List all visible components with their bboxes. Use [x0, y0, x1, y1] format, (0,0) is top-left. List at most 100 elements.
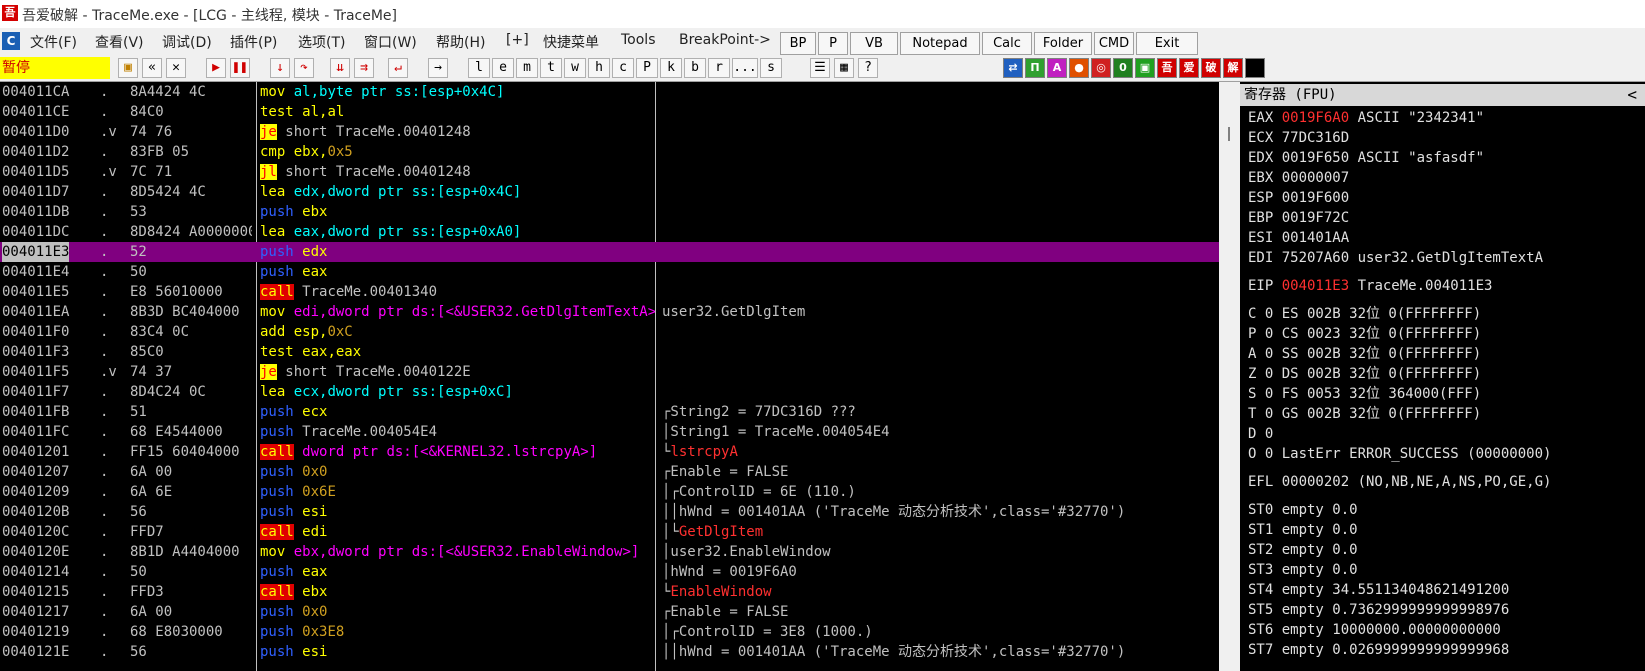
plugin-010-icon[interactable]: 0 [1113, 58, 1133, 78]
plugin-a-icon[interactable]: A [1047, 58, 1067, 78]
register-line[interactable]: O 0 LastErr ERROR_SUCCESS (00000000) [1248, 444, 1551, 464]
step-into-icon[interactable]: ↓ [270, 58, 290, 78]
disasm-row[interactable]: 00401217. 6A 00 push 0x0 ┌Enable = FALSE [0, 602, 1219, 622]
register-line[interactable]: ST1 empty 0.0 [1248, 520, 1358, 540]
collapse-icon[interactable]: < [1627, 84, 1637, 106]
plugin-black-icon[interactable] [1245, 58, 1265, 78]
window-button-e[interactable]: e [492, 58, 514, 78]
disasm-row[interactable]: 004011D2. 83FB 05 cmp ebx,0x5 [0, 142, 1219, 162]
disasm-row[interactable]: 004011F0. 83C4 0C add esp,0xC [0, 322, 1219, 342]
plugin-target-icon[interactable]: ◎ [1091, 58, 1111, 78]
p-button[interactable]: P [818, 32, 848, 55]
menu-plugins[interactable]: 插件(P) [230, 32, 277, 52]
plugin-po-icon[interactable]: 破 [1201, 58, 1221, 78]
cmd-button[interactable]: CMD [1094, 32, 1134, 55]
disasm-row[interactable]: 0040121E. 56 push esi ││hWnd = 001401AA ('T… [0, 642, 1219, 662]
window-button-t[interactable]: t [540, 58, 562, 78]
register-line[interactable]: ST7 empty 0.0269999999999999968 [1248, 640, 1509, 660]
disasm-row[interactable]: 004011D0 .v 74 76 je short TraceMe.00401248 [0, 122, 1219, 142]
register-line[interactable]: ST2 empty 0.0 [1248, 540, 1358, 560]
plugin-jie-icon[interactable]: 解 [1223, 58, 1243, 78]
disasm-row[interactable]: 0040120C. FFD7 call edi │└GetDlgItem [0, 522, 1219, 542]
trace-over-icon[interactable]: ⇉ [354, 58, 374, 78]
disasm-row[interactable]: 00401215. FFD3 call ebx └EnableWindow [0, 582, 1219, 602]
disasm-row[interactable]: 004011D5 .v 7C 71 jl short TraceMe.00401248 [0, 162, 1219, 182]
menu-plus[interactable]: [+] [506, 32, 529, 48]
step-over-icon[interactable]: ↷ [294, 58, 314, 78]
trace-into-icon[interactable]: ⇊ [330, 58, 350, 78]
registers-pane[interactable]: 寄存器 (FPU) < EAX 0019F6A0 ASCII "2342341"… [1240, 82, 1645, 671]
register-line[interactable]: ESI 001401AA [1248, 228, 1349, 248]
plugin-box-icon[interactable]: ▣ [1135, 58, 1155, 78]
window-button-b[interactable]: b [684, 58, 706, 78]
disasm-row[interactable]: 004011E5. E8 56010000 call TraceMe.0040134… [0, 282, 1219, 302]
register-line[interactable]: EAX 0019F6A0 ASCII "2342341" [1248, 108, 1484, 128]
disasm-row[interactable]: 004011DB. 53 push ebx [0, 202, 1219, 222]
window-button-c[interactable]: c [612, 58, 634, 78]
register-line[interactable]: ST6 empty 10000000.00000000000 [1248, 620, 1501, 640]
disasm-row[interactable]: 00401214. 50 push eax │hWnd = 0019F6A0 [0, 562, 1219, 582]
window-button-k[interactable]: k [660, 58, 682, 78]
open-icon[interactable]: ▣ [118, 58, 138, 78]
window-button-r[interactable]: r [708, 58, 730, 78]
bp-button[interactable]: BP [780, 32, 816, 55]
menu-view[interactable]: 查看(V) [95, 32, 144, 52]
register-line[interactable]: ST4 empty 34.551134048621491200 [1248, 580, 1509, 600]
register-line[interactable]: Z 0 DS 002B 32位 0(FFFFFFFF) [1248, 364, 1481, 384]
restart-icon[interactable]: « [142, 58, 162, 78]
register-line[interactable]: D 0 [1248, 424, 1273, 444]
window-button-P[interactable]: P [636, 58, 658, 78]
menu-file[interactable]: 文件(F) [30, 32, 77, 52]
disasm-row[interactable]: 004011EA. 8B3D BC404000 mov edi,dword ptr … [0, 302, 1219, 322]
disasm-row[interactable]: 00401219. 68 E8030000 push 0x3E8 │┌ControlI… [0, 622, 1219, 642]
folder-button[interactable]: Folder [1034, 32, 1092, 55]
register-line[interactable]: EDI 75207A60 user32.GetDlgItemTextA [1248, 248, 1543, 268]
disasm-row[interactable]: 004011E4. 50 push eax [0, 262, 1219, 282]
disasm-row[interactable]: 004011F7. 8D4C24 0C lea ecx,dword ptr ss:[… [0, 382, 1219, 402]
window-button-s[interactable]: s [760, 58, 782, 78]
register-value[interactable]: 0019F6A0 [1282, 110, 1349, 126]
menu-shortcut[interactable]: 快捷菜单 [543, 32, 599, 52]
disasm-row[interactable]: 004011F5 .v 74 37 je short TraceMe.0040122E [0, 362, 1219, 382]
run-icon[interactable]: ▶ [206, 58, 226, 78]
disasm-row[interactable]: 004011FB. 51 push ecx ┌String2 = 77DC316D ?… [0, 402, 1219, 422]
splitter[interactable] [1219, 82, 1240, 671]
menu-debug[interactable]: 调试(D) [162, 32, 212, 52]
close-icon[interactable]: ✕ [166, 58, 186, 78]
register-line[interactable]: ST5 empty 0.7362999999999998976 [1248, 600, 1509, 620]
register-line[interactable]: ECX 77DC316D [1248, 128, 1349, 148]
pause-icon[interactable]: ❚❚ [230, 58, 250, 78]
register-line[interactable]: EBP 0019F72C [1248, 208, 1349, 228]
window-button-l[interactable]: l [468, 58, 490, 78]
plugin-circle-icon[interactable]: ● [1069, 58, 1089, 78]
disasm-row[interactable]: 0040120B. 56 push esi ││hWnd = 001401AA ('T… [0, 502, 1219, 522]
register-line[interactable]: EIP 004011E3 TraceMe.004011E3 [1248, 276, 1492, 296]
disasm-row[interactable]: 00401201. FF15 60404000 call dword ptr ds:… [0, 442, 1219, 462]
window-button-h[interactable]: h [588, 58, 610, 78]
register-line[interactable]: T 0 GS 002B 32位 0(FFFFFFFF) [1248, 404, 1481, 424]
register-line[interactable]: EBX 00000007 [1248, 168, 1349, 188]
plugin-wu-icon[interactable]: 吾 [1157, 58, 1177, 78]
window-button-m[interactable]: m [516, 58, 538, 78]
disasm-row[interactable]: 004011DC. 8D8424 A0000000 lea eax,dword pt… [0, 222, 1219, 242]
grid-icon[interactable]: ▦ [834, 58, 854, 78]
disasm-row[interactable]: 004011F3. 85C0 test eax,eax [0, 342, 1219, 362]
disasm-row[interactable]: 00401209. 6A 6E push 0x6E │┌ControlID = 6E … [0, 482, 1219, 502]
splitter-grip[interactable] [1228, 127, 1230, 141]
exit-button[interactable]: Exit [1136, 32, 1198, 55]
menu-window[interactable]: 窗口(W) [364, 32, 417, 52]
plugin-ai-icon[interactable]: 爱 [1179, 58, 1199, 78]
window-button-w[interactable]: w [564, 58, 586, 78]
disasm-row[interactable]: 00401207. 6A 00 push 0x0 ┌Enable = FALSE [0, 462, 1219, 482]
register-line[interactable]: P 0 CS 0023 32位 0(FFFFFFFF) [1248, 324, 1481, 344]
vb-button[interactable]: VB [850, 32, 898, 55]
register-line[interactable]: A 0 SS 002B 32位 0(FFFFFFFF) [1248, 344, 1481, 364]
help-icon[interactable]: ? [858, 58, 878, 78]
list-icon[interactable]: ☰ [810, 58, 830, 78]
register-line[interactable]: S 0 FS 0053 32位 364000(FFF) [1248, 384, 1481, 404]
menu-help[interactable]: 帮助(H) [436, 32, 485, 52]
disasm-row[interactable]: 004011CA. 8A4424 4C mov al,byte ptr ss:[es… [0, 82, 1219, 102]
execute-till-return-icon[interactable]: ↵ [388, 58, 408, 78]
disasm-row[interactable]: 0040120E. 8B1D A4404000 mov ebx,dword ptr … [0, 542, 1219, 562]
notepad-button[interactable]: Notepad [900, 32, 980, 55]
